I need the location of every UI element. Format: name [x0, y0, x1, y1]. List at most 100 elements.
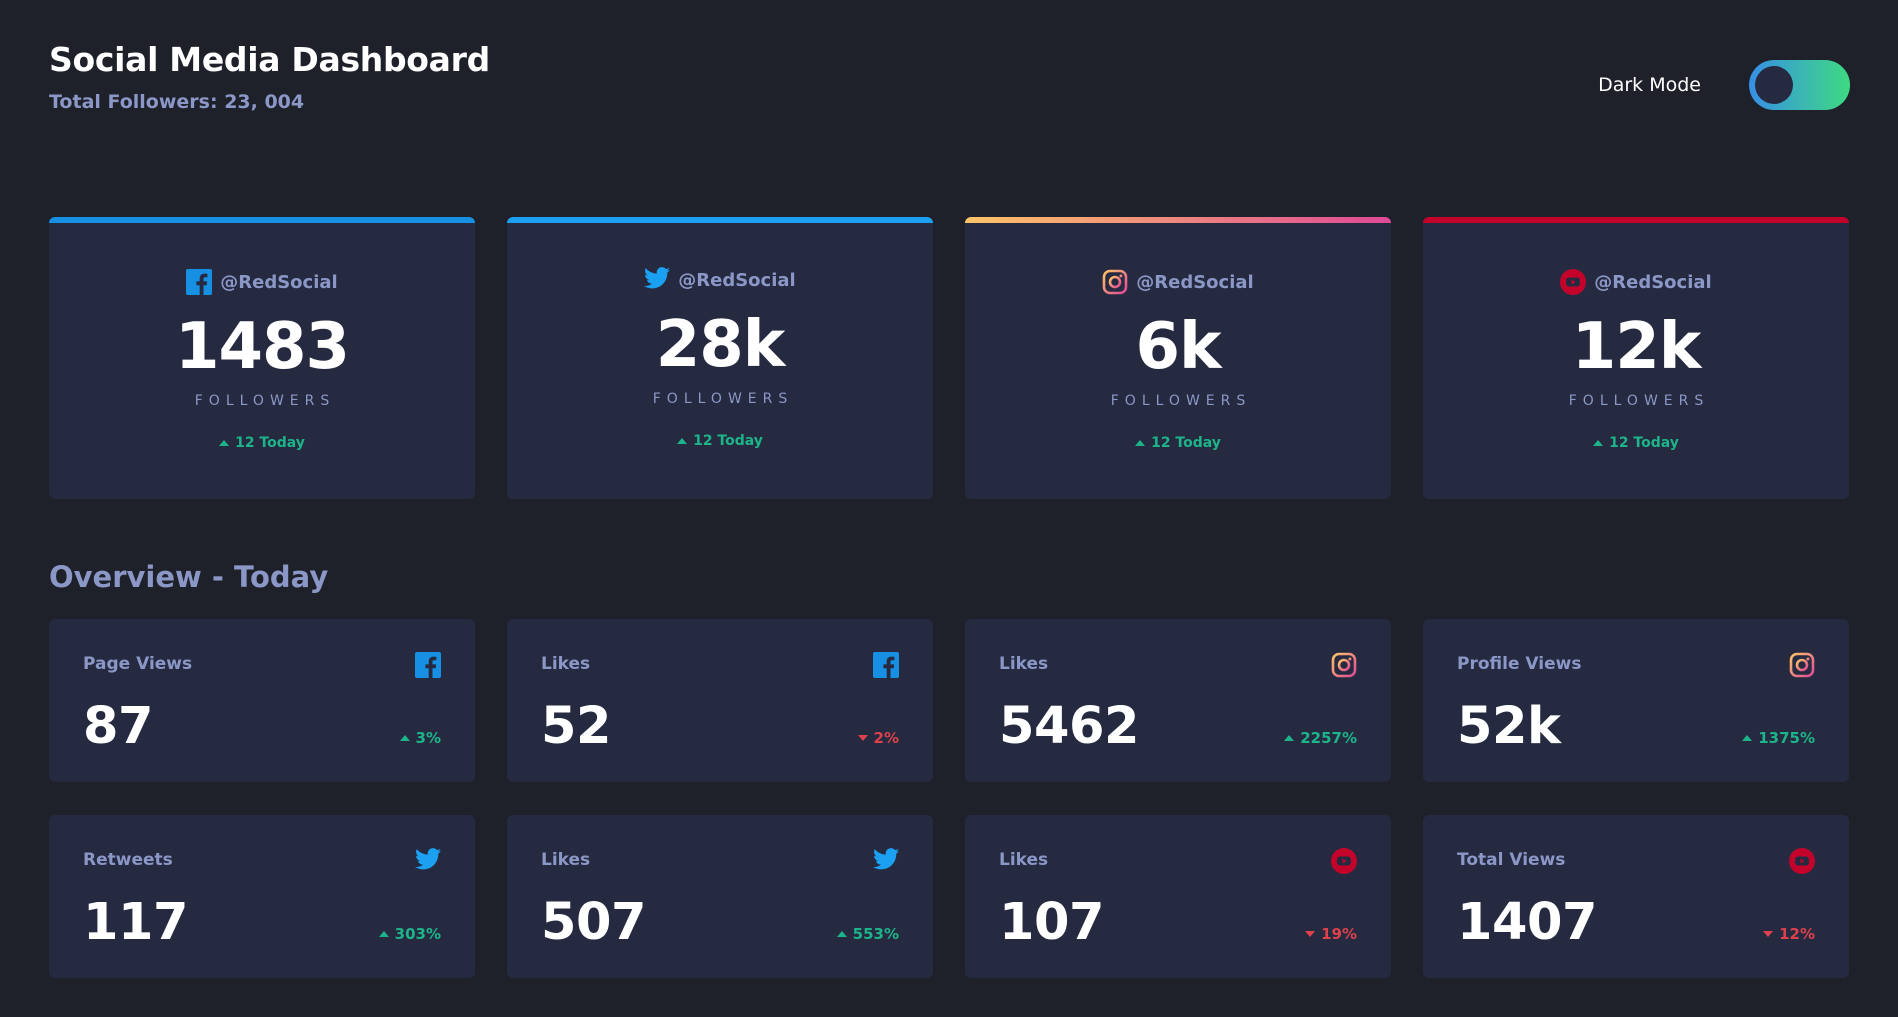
total-followers: Total Followers: 23, 004	[49, 91, 305, 113]
followers-row: @RedSocial 1483 FOLLOWERS 12 Today @RedS…	[49, 217, 1849, 499]
metric-value: 507	[541, 893, 646, 952]
metric-label: Page Views	[83, 654, 193, 674]
youtube-icon	[1331, 848, 1357, 878]
instagram-icon	[1789, 652, 1815, 682]
metric-label: Likes	[541, 654, 591, 674]
header: Social Media Dashboard Total Followers: …	[49, 40, 490, 113]
handle-row: @RedSocial	[1423, 269, 1849, 295]
follower-card-facebook[interactable]: @RedSocial 1483 FOLLOWERS 12 Today	[49, 217, 475, 499]
follower-count: 12k	[1571, 310, 1702, 384]
followers-label: FOLLOWERS	[652, 391, 794, 407]
overview-card[interactable]: Total Views 1407 12%	[1423, 815, 1849, 978]
youtube-icon	[1789, 848, 1815, 878]
handle-row: @RedSocial	[507, 267, 933, 293]
youtube-icon	[1560, 269, 1587, 295]
today-change: 12 Today	[507, 433, 933, 449]
card-accent-bar	[965, 217, 1391, 223]
overview-card[interactable]: Likes 107 19%	[965, 815, 1391, 978]
overview-card[interactable]: Page Views 87 3%	[49, 619, 475, 782]
arrow-up-icon	[677, 438, 688, 444]
follower-card-instagram[interactable]: @RedSocial 6k FOLLOWERS 12 Today	[965, 217, 1391, 499]
handle-row: @RedSocial	[965, 269, 1391, 295]
overview-grid: Page Views 87 3% Likes 52 2% Likes 5462 …	[49, 619, 1849, 978]
today-change-text: 12 Today	[235, 435, 305, 451]
facebook-icon	[415, 652, 441, 682]
arrow-down-icon	[857, 735, 868, 741]
arrow-up-icon	[1135, 440, 1146, 446]
overview-card[interactable]: Likes 52 2%	[507, 619, 933, 782]
instagram-icon	[1331, 652, 1357, 682]
metric-change: 2257%	[1284, 729, 1357, 747]
arrow-up-icon	[1742, 735, 1753, 741]
metric-change: 1375%	[1742, 729, 1815, 747]
dark-mode-label: Dark Mode	[1598, 74, 1701, 96]
today-change: 12 Today	[965, 435, 1391, 451]
metric-change-text: 12%	[1779, 925, 1815, 943]
arrow-up-icon	[399, 735, 410, 741]
dashboard-page: Social Media Dashboard Total Followers: …	[0, 0, 1898, 1017]
metric-label: Profile Views	[1457, 654, 1582, 674]
follower-card-youtube[interactable]: @RedSocial 12k FOLLOWERS 12 Today	[1423, 217, 1849, 499]
arrow-up-icon	[1284, 735, 1295, 741]
overview-card[interactable]: Likes 5462 2257%	[965, 619, 1391, 782]
card-accent-bar	[49, 217, 475, 223]
follower-card-twitter[interactable]: @RedSocial 28k FOLLOWERS 12 Today	[507, 217, 933, 499]
metric-change: 19%	[1305, 925, 1357, 943]
metric-change-text: 1375%	[1758, 729, 1815, 747]
handle: @RedSocial	[220, 271, 338, 293]
follower-count: 28k	[655, 308, 786, 382]
metric-change: 12%	[1763, 925, 1815, 943]
today-change-text: 12 Today	[1151, 435, 1221, 451]
metric-value: 1407	[1457, 893, 1597, 952]
handle: @RedSocial	[1136, 271, 1254, 293]
metric-value: 52	[541, 697, 611, 756]
today-change-text: 12 Today	[1609, 435, 1679, 451]
metric-value: 52k	[1457, 697, 1561, 756]
metric-change: 3%	[399, 729, 441, 747]
overview-card[interactable]: Likes 507 553%	[507, 815, 933, 978]
facebook-icon	[186, 269, 213, 295]
arrow-up-icon	[836, 931, 847, 937]
metric-label: Total Views	[1457, 850, 1566, 870]
metric-change-text: 2257%	[1300, 729, 1357, 747]
today-change: 12 Today	[1423, 435, 1849, 451]
handle-row: @RedSocial	[49, 269, 475, 295]
overview-card[interactable]: Retweets 117 303%	[49, 815, 475, 978]
handle: @RedSocial	[678, 269, 796, 291]
metric-change: 2%	[857, 729, 899, 747]
arrow-up-icon	[219, 440, 230, 446]
metric-change-text: 19%	[1321, 925, 1357, 943]
metric-change-text: 303%	[394, 925, 441, 943]
arrow-up-icon	[378, 931, 389, 937]
twitter-icon	[415, 848, 441, 874]
metric-label: Likes	[999, 850, 1049, 870]
metric-label: Retweets	[83, 850, 173, 870]
instagram-icon	[1102, 269, 1128, 295]
metric-value: 107	[999, 893, 1104, 952]
metric-value: 87	[83, 697, 153, 756]
card-accent-bar	[507, 217, 933, 223]
metric-change: 303%	[378, 925, 441, 943]
metric-value: 5462	[999, 697, 1139, 756]
page-title: Social Media Dashboard	[49, 40, 490, 79]
dark-mode-toggle[interactable]	[1749, 60, 1850, 110]
facebook-icon	[873, 652, 899, 682]
follower-count: 1483	[174, 310, 350, 384]
metric-change-text: 553%	[852, 925, 899, 943]
dark-mode-control: Dark Mode	[1598, 60, 1850, 110]
metric-value: 117	[83, 893, 188, 952]
twitter-icon	[873, 848, 899, 874]
metric-change-text: 2%	[873, 729, 899, 747]
metric-label: Likes	[999, 654, 1049, 674]
metric-label: Likes	[541, 850, 591, 870]
arrow-down-icon	[1305, 931, 1316, 937]
handle: @RedSocial	[1594, 271, 1712, 293]
arrow-up-icon	[1593, 440, 1604, 446]
metric-change-text: 3%	[415, 729, 441, 747]
twitter-icon	[644, 267, 671, 293]
toggle-knob	[1755, 66, 1793, 104]
followers-label: FOLLOWERS	[194, 393, 336, 409]
followers-label: FOLLOWERS	[1110, 393, 1252, 409]
overview-card[interactable]: Profile Views 52k 1375%	[1423, 619, 1849, 782]
follower-count: 6k	[1135, 310, 1221, 384]
